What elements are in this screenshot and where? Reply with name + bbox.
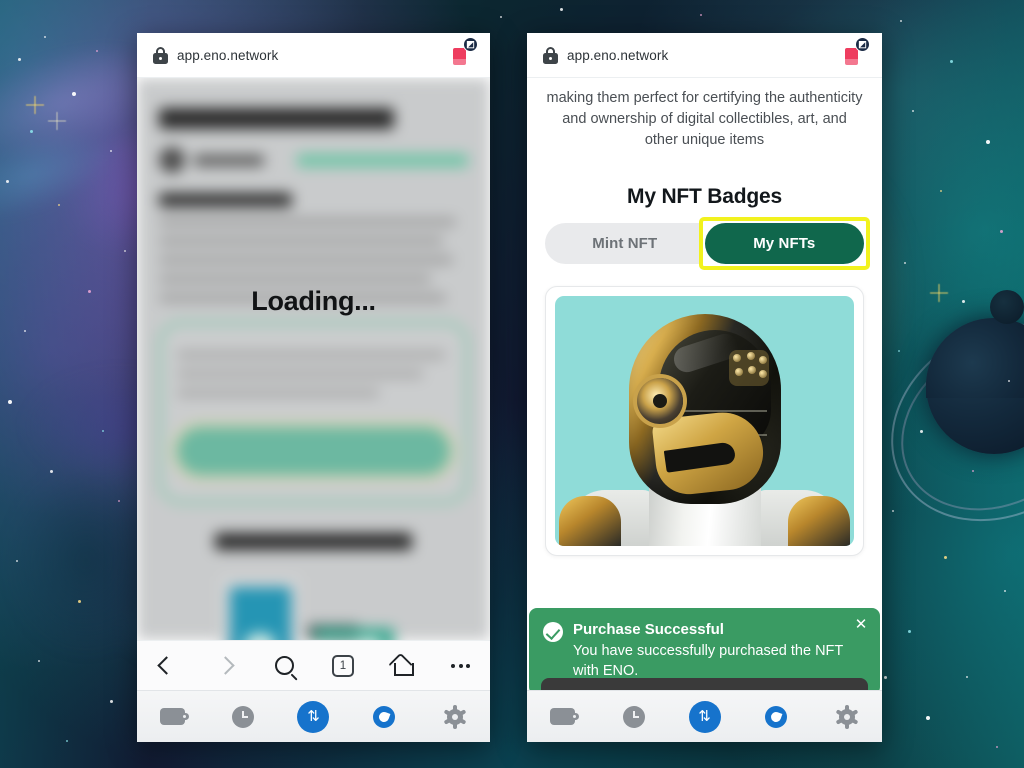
blurred-title (159, 108, 394, 129)
toast-transaction-complete[interactable]: Transacción #13 completa Presionar para … (541, 678, 868, 690)
back-chevron-icon (157, 656, 176, 675)
about-paragraph: making them perfect for certifying the a… (546, 90, 863, 148)
right-app-tabbar: ⇅ (527, 690, 882, 742)
avatar[interactable]: ◩ (444, 37, 478, 71)
blurred-mint-box (159, 322, 468, 503)
nft-tabs: Mint NFT My NFTs (545, 217, 870, 270)
avatar-badge-glyph: ◩ (858, 39, 867, 49)
tabbar-item-history[interactable] (221, 697, 265, 737)
tabbar-item-swap[interactable]: ⇅ (683, 697, 727, 737)
search-icon (274, 656, 294, 675)
tabbar-item-browser[interactable] (754, 697, 798, 737)
phone-right: app.eno.network ◩ making them perfect fo… (527, 33, 882, 742)
back-button[interactable] (144, 649, 188, 683)
tabbar-item-wallet[interactable] (541, 697, 585, 737)
tabbar-item-settings[interactable] (433, 697, 477, 737)
forward-button[interactable] (203, 649, 247, 683)
swap-icon: ⇅ (688, 700, 721, 733)
tabbar-item-settings[interactable] (825, 697, 869, 737)
nft-artwork (555, 296, 854, 546)
page-title: My NFT Badges (627, 185, 782, 208)
avatar-badge: ◩ (855, 37, 870, 52)
search-button[interactable] (262, 649, 306, 683)
home-button[interactable] (380, 649, 424, 683)
blurred-creator-name (194, 154, 264, 166)
avatar[interactable]: ◩ (836, 37, 870, 71)
blurred-mint-button (177, 427, 450, 475)
tabbar-item-swap[interactable]: ⇅ (291, 697, 335, 737)
tab-mint-nft[interactable]: Mint NFT (545, 223, 705, 264)
tabbar-item-history[interactable] (612, 697, 656, 737)
gear-icon (835, 704, 858, 729)
tab-count-label: 1 (331, 654, 354, 677)
loading-label: Loading... (251, 286, 376, 316)
left-page: Loading... (137, 78, 490, 640)
lock-icon (543, 46, 558, 64)
blurred-section-title (159, 193, 292, 207)
right-page: making them perfect for certifying the a… (527, 78, 882, 690)
blurred-avatar (159, 147, 185, 173)
url-text[interactable]: app.eno.network (567, 48, 668, 63)
blurred-page-content (137, 78, 490, 640)
lock-icon (153, 46, 168, 64)
avatar-badge-glyph: ◩ (466, 39, 475, 49)
toast-title: Purchase Successful (573, 621, 724, 638)
tabs-button[interactable]: 1 (321, 649, 365, 683)
left-app-tabbar: ⇅ (137, 690, 490, 742)
avatar-badge: ◩ (463, 37, 478, 52)
close-icon[interactable]: ✕ (853, 617, 869, 633)
home-icon (391, 656, 414, 676)
swap-icon: ⇅ (297, 700, 330, 733)
more-icon (451, 663, 471, 668)
toast-message: You have successfully purchased the NFT … (573, 643, 844, 679)
blurred-illustration (202, 576, 424, 640)
more-button[interactable] (439, 649, 483, 683)
forward-chevron-icon (216, 656, 235, 675)
check-circle-icon (543, 622, 563, 642)
nft-card[interactable] (545, 286, 864, 556)
blurred-address (297, 153, 468, 167)
blurred-creator-row (159, 147, 468, 173)
tabbar-item-browser[interactable] (362, 697, 406, 737)
phone-left: app.eno.network ◩ Loading... 1 ⇅ (137, 33, 490, 742)
compass-icon (764, 705, 787, 728)
wallet-icon (159, 708, 189, 725)
clock-icon (622, 705, 645, 728)
tab-my-nfts[interactable]: My NFTs (704, 223, 864, 264)
screenshot-stage: app.eno.network ◩ Loading... 1 ⇅ app.eno… (0, 0, 1024, 768)
right-urlbar[interactable]: app.eno.network ◩ (527, 33, 882, 78)
clock-icon (231, 705, 254, 728)
golden-robot-helmet-icon (555, 296, 854, 546)
gear-icon (443, 704, 467, 729)
left-browser-nav: 1 (137, 640, 490, 690)
blurred-heading-2 (214, 533, 413, 550)
right-page-scroll[interactable]: making them perfect for certifying the a… (527, 78, 882, 690)
tabbar-item-wallet[interactable] (150, 697, 194, 737)
wallet-icon (550, 708, 579, 725)
compass-icon (373, 705, 396, 728)
left-urlbar[interactable]: app.eno.network ◩ (137, 33, 490, 78)
url-text[interactable]: app.eno.network (177, 48, 278, 63)
